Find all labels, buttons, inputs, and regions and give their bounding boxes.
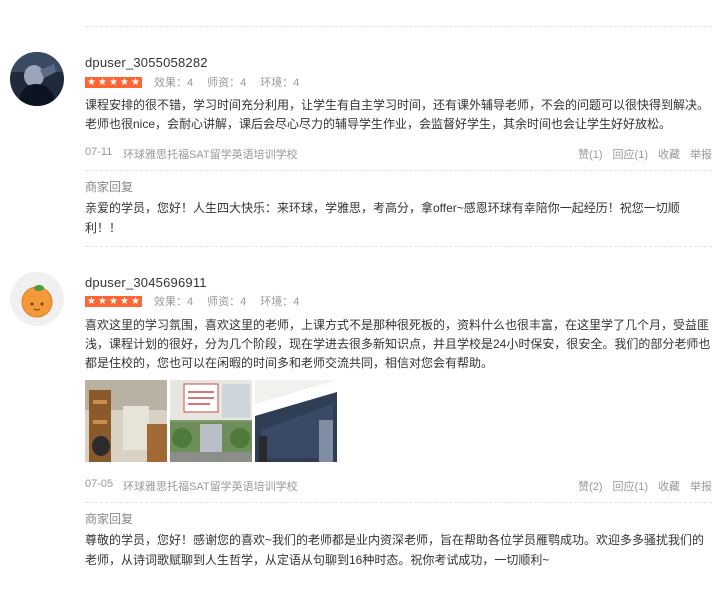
review-photo[interactable] bbox=[85, 380, 167, 462]
reply-button[interactable]: 回应(1) bbox=[613, 478, 648, 494]
score-teacher: 师资：4 bbox=[207, 77, 247, 89]
username[interactable]: dpuser_3055058282 bbox=[85, 55, 208, 70]
star-icon: ★ bbox=[98, 295, 107, 307]
star-icon: ★ bbox=[109, 295, 118, 307]
star-rating: ★ ★ ★ ★ ★ bbox=[85, 76, 142, 88]
star-icon: ★ bbox=[87, 76, 96, 88]
divider bbox=[85, 502, 712, 503]
divider bbox=[85, 246, 712, 247]
like-button[interactable]: 赞(2) bbox=[578, 478, 602, 494]
review-photo[interactable] bbox=[255, 380, 337, 462]
score-effect: 效果：4 bbox=[154, 296, 194, 308]
star-icon: ★ bbox=[131, 76, 140, 88]
avatar[interactable] bbox=[10, 272, 64, 326]
report-button[interactable]: 举报 bbox=[690, 478, 712, 494]
divider bbox=[85, 26, 712, 27]
rating-row: ★ ★ ★ ★ ★ 效果：4 师资：4 环境：4 bbox=[85, 75, 299, 89]
report-button[interactable]: 举报 bbox=[690, 146, 712, 162]
shop-link[interactable]: 环球雅思托福SAT留学英语培训学校 bbox=[123, 146, 298, 162]
shop-link[interactable]: 环球雅思托福SAT留学英语培训学校 bbox=[123, 478, 298, 494]
score-environment: 环境：4 bbox=[260, 77, 300, 89]
review-meta: 07-05 环球雅思托福SAT留学英语培训学校 赞(2) 回应(1) 收藏 举报 bbox=[85, 478, 712, 494]
score-effect: 效果：4 bbox=[154, 77, 194, 89]
review-date: 07-11 bbox=[85, 146, 113, 158]
review-photo[interactable] bbox=[170, 380, 252, 462]
star-icon: ★ bbox=[109, 76, 118, 88]
star-rating: ★ ★ ★ ★ ★ bbox=[85, 295, 142, 307]
like-button[interactable]: 赞(1) bbox=[578, 146, 602, 162]
score-teacher: 师资：4 bbox=[207, 296, 247, 308]
reply-title: 商家回复 bbox=[85, 512, 134, 526]
score-environment: 环境：4 bbox=[260, 296, 300, 308]
rating-row: ★ ★ ★ ★ ★ 效果：4 师资：4 环境：4 bbox=[85, 294, 299, 308]
review-actions: 赞(2) 回应(1) 收藏 举报 bbox=[578, 478, 712, 494]
avatar[interactable] bbox=[10, 52, 64, 106]
reply-button[interactable]: 回应(1) bbox=[613, 146, 648, 162]
divider bbox=[85, 170, 712, 171]
star-icon: ★ bbox=[120, 295, 129, 307]
star-icon: ★ bbox=[98, 76, 107, 88]
reply-title: 商家回复 bbox=[85, 180, 134, 194]
star-icon: ★ bbox=[120, 76, 129, 88]
collect-button[interactable]: 收藏 bbox=[658, 146, 680, 162]
review-text: 喜欢这里的学习氛围，喜欢这里的老师，上课方式不是那种很死板的，资料什么也很丰富，… bbox=[85, 318, 711, 370]
review-text: 课程安排的很不错，学习时间充分利用，让学生有自主学习时间，还有课外辅导老师，不会… bbox=[85, 98, 710, 131]
collect-button[interactable]: 收藏 bbox=[658, 478, 680, 494]
star-icon: ★ bbox=[131, 295, 140, 307]
username[interactable]: dpuser_3045696911 bbox=[85, 275, 207, 290]
review-actions: 赞(1) 回应(1) 收藏 举报 bbox=[578, 146, 712, 162]
reply-text: 亲爱的学员，您好！人生四大快乐：来环球，学雅思，考高分，拿offer~感恩环球有… bbox=[85, 201, 680, 235]
review-meta: 07-11 环球雅思托福SAT留学英语培训学校 赞(1) 回应(1) 收藏 举报 bbox=[85, 146, 712, 162]
review-photos bbox=[85, 380, 337, 462]
star-icon: ★ bbox=[87, 295, 96, 307]
review-date: 07-05 bbox=[85, 478, 114, 490]
reply-text: 尊敬的学员，您好！感谢您的喜欢~我们的老师都是业内资深老师，旨在帮助各位学员雁鹗… bbox=[85, 533, 705, 567]
